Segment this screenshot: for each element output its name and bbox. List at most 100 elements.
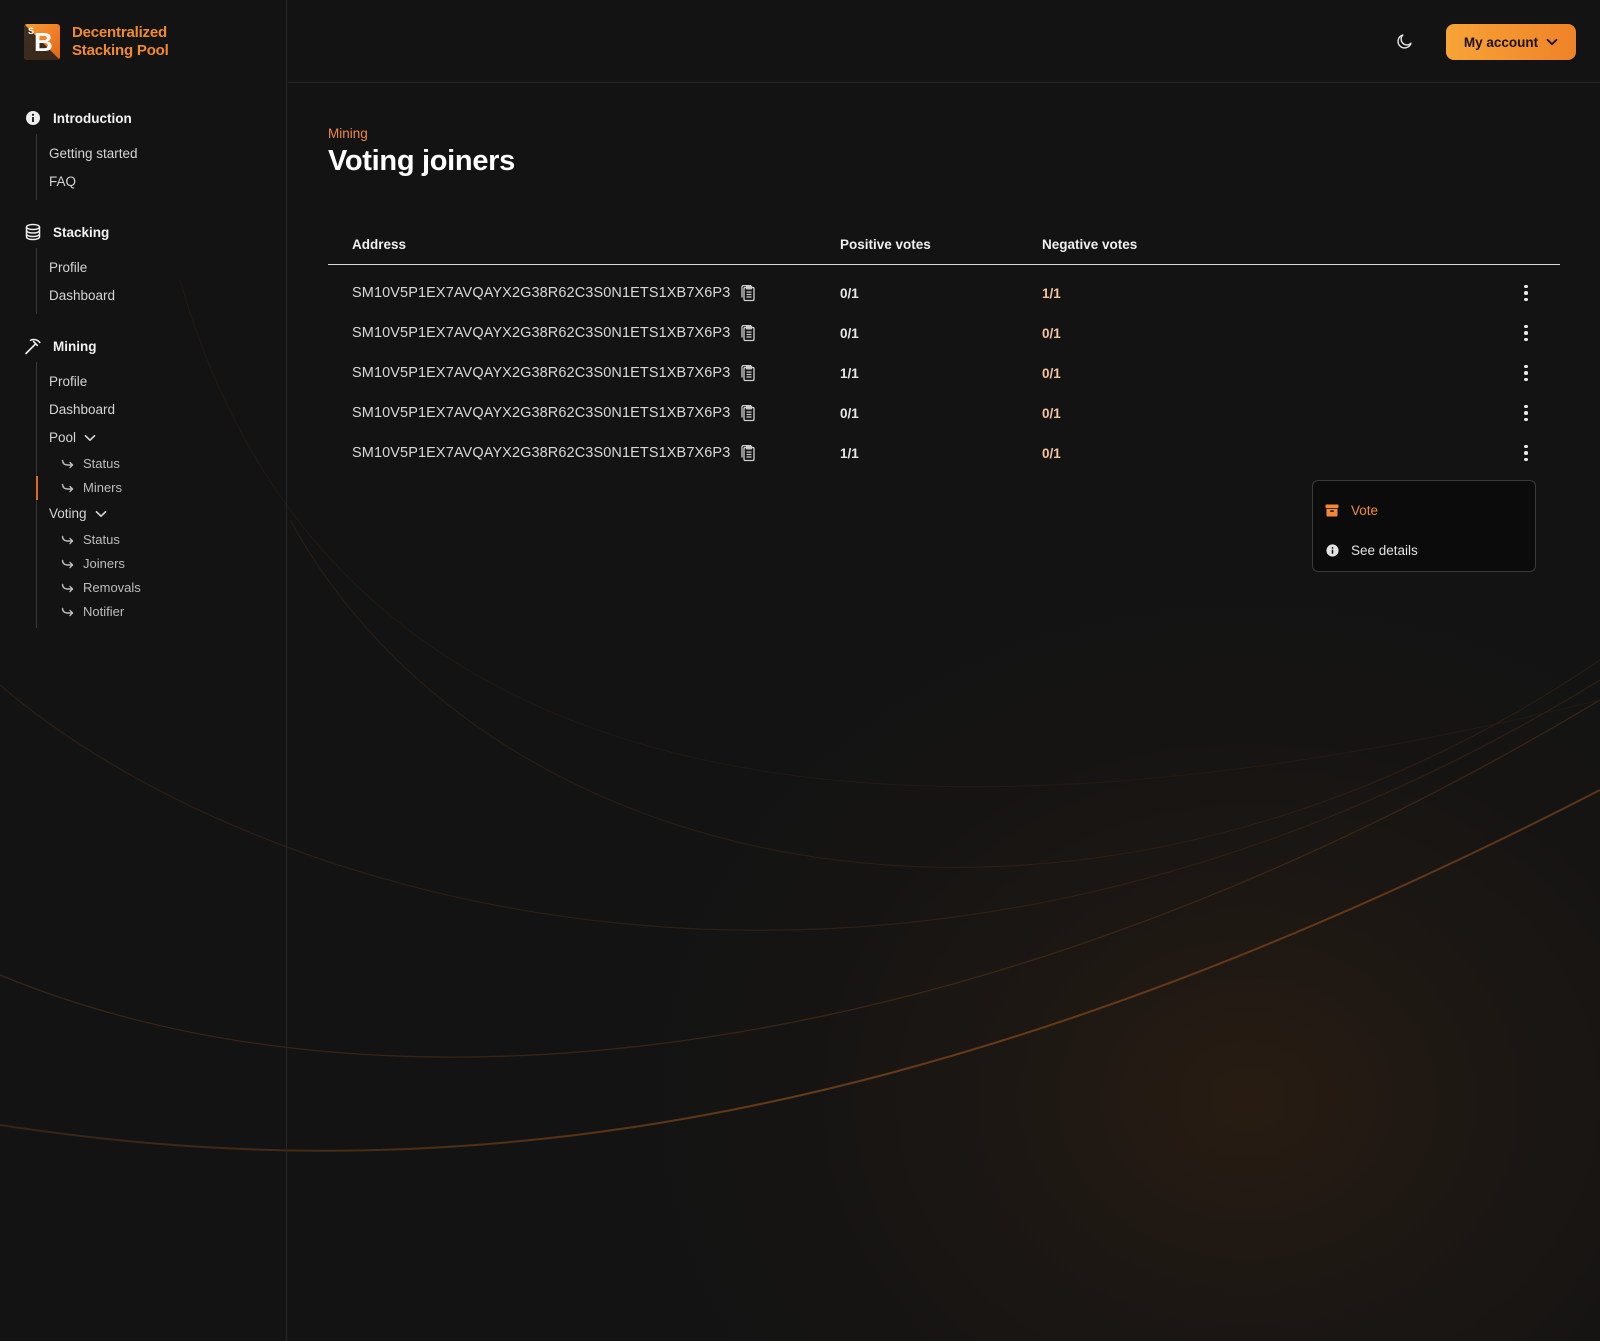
address-cell: SM10V5P1EX7AVQAYX2G38R62C3S0N1ETS1XB7X6P… bbox=[352, 364, 756, 382]
sidebar-item-mining-profile[interactable]: Profile bbox=[37, 368, 274, 396]
pickaxe-icon bbox=[24, 337, 42, 355]
positive-votes-cell: 0/1 bbox=[840, 325, 859, 341]
address-text: SM10V5P1EX7AVQAYX2G38R62C3S0N1ETS1XB7X6P… bbox=[352, 285, 731, 301]
row-menu-button[interactable] bbox=[1516, 441, 1536, 465]
chevron-down-icon bbox=[1546, 38, 1558, 46]
kebab-dot bbox=[1524, 404, 1528, 409]
nav-subitems: Profile Dashboard bbox=[36, 248, 274, 314]
brand[interactable]: S B Decentralized Stacking Pool bbox=[24, 24, 169, 60]
sidebar-group-voting[interactable]: Voting bbox=[37, 500, 274, 528]
sidebar-item-stacking-profile[interactable]: Profile bbox=[37, 254, 274, 282]
address-cell: SM10V5P1EX7AVQAYX2G38R62C3S0N1ETS1XB7X6P… bbox=[352, 284, 756, 302]
main-content: Mining Voting joiners Address Positive v… bbox=[328, 83, 1560, 462]
my-account-label: My account bbox=[1463, 34, 1539, 50]
address-text: SM10V5P1EX7AVQAYX2G38R62C3S0N1ETS1XB7X6P… bbox=[352, 445, 731, 461]
column-header-positive-votes[interactable]: Positive votes bbox=[840, 237, 931, 252]
my-account-button[interactable]: My account bbox=[1446, 24, 1576, 60]
positive-votes-cell: 1/1 bbox=[840, 445, 859, 461]
column-header-negative-votes[interactable]: Negative votes bbox=[1042, 237, 1137, 252]
negative-votes-cell: 0/1 bbox=[1042, 405, 1061, 421]
kebab-dot bbox=[1524, 364, 1528, 369]
sidebar-item-getting-started[interactable]: Getting started bbox=[37, 140, 274, 168]
sidebar-subitem-label: Status bbox=[83, 532, 120, 547]
copy-icon[interactable] bbox=[740, 284, 756, 302]
positive-votes-cell: 1/1 bbox=[840, 365, 859, 381]
page-title: Voting joiners bbox=[328, 145, 515, 177]
nav-subitems: Getting started FAQ bbox=[36, 134, 274, 200]
arrow-turn-right-icon bbox=[61, 559, 75, 569]
address-text: SM10V5P1EX7AVQAYX2G38R62C3S0N1ETS1XB7X6P… bbox=[352, 325, 731, 341]
row-menu-button[interactable] bbox=[1516, 401, 1536, 425]
chevron-down-icon bbox=[84, 434, 96, 442]
copy-icon[interactable] bbox=[740, 324, 756, 342]
sidebar-subitem-label: Status bbox=[83, 456, 120, 471]
sidebar-group-label: Voting bbox=[49, 506, 87, 521]
address-text: SM10V5P1EX7AVQAYX2G38R62C3S0N1ETS1XB7X6P… bbox=[352, 405, 731, 421]
sidebar-item-label: Profile bbox=[49, 374, 88, 389]
positive-votes-cell: 0/1 bbox=[840, 405, 859, 421]
table-body: SM10V5P1EX7AVQAYX2G38R62C3S0N1ETS1XB7X6P… bbox=[328, 265, 1560, 473]
theme-toggle-button[interactable] bbox=[1396, 32, 1416, 52]
table-row: SM10V5P1EX7AVQAYX2G38R62C3S0N1ETS1XB7X6P… bbox=[328, 393, 1560, 433]
arrow-turn-right-icon bbox=[61, 535, 75, 545]
kebab-dot bbox=[1524, 324, 1528, 329]
topbar: My account bbox=[288, 0, 1600, 83]
table-row: SM10V5P1EX7AVQAYX2G38R62C3S0N1ETS1XB7X6P… bbox=[328, 313, 1560, 353]
nav-subitems: Profile Dashboard Pool Status Miners Vot… bbox=[36, 362, 274, 628]
nav-section-head-stacking[interactable]: Stacking bbox=[24, 218, 274, 246]
nav-section-stacking: Stacking Profile Dashboard bbox=[24, 218, 274, 314]
brand-name-line1: Decentralized bbox=[72, 24, 167, 41]
nav-section-head-mining[interactable]: Mining bbox=[24, 332, 274, 360]
kebab-dot bbox=[1524, 331, 1528, 335]
sidebar-subitem-pool-status[interactable]: Status bbox=[37, 452, 274, 476]
sidebar-item-stacking-dashboard[interactable]: Dashboard bbox=[37, 282, 274, 310]
sidebar: S B Decentralized Stacking Pool Introduc… bbox=[0, 0, 287, 1341]
info-icon bbox=[1325, 543, 1339, 557]
kebab-dot bbox=[1524, 444, 1528, 449]
joiners-table: Address Positive votes Negative votes SM… bbox=[328, 225, 1560, 473]
nav-section-label: Introduction bbox=[53, 110, 132, 126]
kebab-dot bbox=[1524, 291, 1528, 295]
row-menu-button[interactable] bbox=[1516, 321, 1536, 345]
database-icon bbox=[24, 223, 42, 241]
nav-section-label: Stacking bbox=[53, 224, 110, 240]
copy-icon[interactable] bbox=[740, 444, 756, 462]
arrow-turn-right-icon bbox=[61, 459, 75, 469]
nav-section-introduction: Introduction Getting started FAQ bbox=[24, 104, 274, 200]
nav-section-mining: Mining Profile Dashboard Pool Status Min… bbox=[24, 332, 274, 628]
kebab-dot bbox=[1524, 451, 1528, 455]
info-icon bbox=[24, 109, 42, 127]
sidebar-subitem-voting-joiners[interactable]: Joiners bbox=[37, 552, 274, 576]
column-header-address[interactable]: Address bbox=[352, 237, 406, 252]
sidebar-subitem-pool-miners[interactable]: Miners bbox=[36, 476, 274, 500]
moon-icon bbox=[1396, 34, 1414, 54]
table-row: SM10V5P1EX7AVQAYX2G38R62C3S0N1ETS1XB7X6P… bbox=[328, 353, 1560, 393]
table-header: Address Positive votes Negative votes bbox=[328, 225, 1560, 265]
sidebar-item-faq[interactable]: FAQ bbox=[37, 168, 274, 196]
arrow-turn-right-icon bbox=[61, 483, 75, 493]
brand-name-line2: Stacking Pool bbox=[72, 42, 169, 59]
sidebar-group-label: Pool bbox=[49, 430, 77, 445]
chevron-down-icon bbox=[95, 510, 107, 518]
row-menu-button[interactable] bbox=[1516, 281, 1536, 305]
sidebar-item-label: Dashboard bbox=[49, 288, 116, 303]
row-menu-button[interactable] bbox=[1516, 361, 1536, 385]
sidebar-subitem-voting-removals[interactable]: Removals bbox=[37, 576, 274, 600]
menu-item-vote[interactable]: Vote bbox=[1325, 493, 1523, 527]
copy-icon[interactable] bbox=[740, 364, 756, 382]
copy-icon[interactable] bbox=[740, 404, 756, 422]
arrow-turn-right-icon bbox=[61, 583, 75, 593]
sidebar-item-label: Dashboard bbox=[49, 402, 116, 417]
negative-votes-cell: 0/1 bbox=[1042, 365, 1061, 381]
nav-section-head-introduction[interactable]: Introduction bbox=[24, 104, 274, 132]
sidebar-subitem-voting-status[interactable]: Status bbox=[37, 528, 274, 552]
sidebar-subitem-label: Notifier bbox=[83, 604, 125, 619]
sidebar-item-mining-dashboard[interactable]: Dashboard bbox=[37, 396, 274, 424]
sidebar-group-pool[interactable]: Pool bbox=[37, 424, 274, 452]
logo-letter: B bbox=[34, 27, 53, 57]
kebab-dot bbox=[1524, 337, 1528, 342]
sidebar-subitem-label: Joiners bbox=[83, 556, 125, 571]
kebab-dot bbox=[1524, 457, 1528, 462]
sidebar-subitem-voting-notifier[interactable]: Notifier bbox=[37, 600, 274, 624]
menu-item-see-details[interactable]: See details bbox=[1325, 533, 1523, 567]
